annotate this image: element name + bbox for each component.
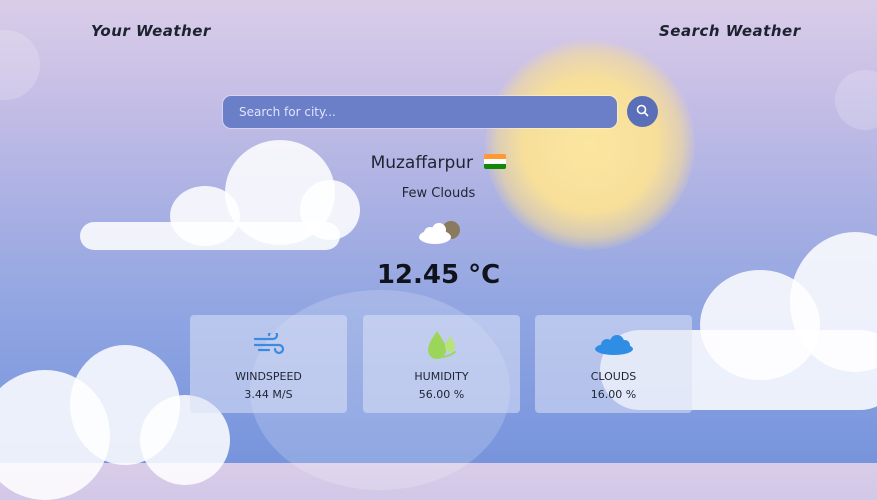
nav-your-weather[interactable]: Your Weather [91, 22, 211, 40]
sun-decoration [485, 40, 695, 250]
stat-value: 16.00 % [590, 388, 637, 401]
haze-decoration [0, 30, 40, 100]
stat-card-clouds: CLOUDS 16.00 % [535, 315, 692, 413]
stat-label: WINDSPEED [235, 370, 302, 383]
stat-label: CLOUDS [590, 370, 637, 383]
stat-card-windspeed: WINDSPEED 3.44 M/S [190, 315, 347, 413]
haze-decoration [835, 70, 877, 130]
stat-value: 56.00 % [418, 388, 465, 401]
india-flag-icon [484, 154, 507, 169]
few-clouds-icon [417, 218, 463, 250]
humidity-icon [363, 327, 520, 363]
stat-value: 3.44 M/S [244, 388, 293, 401]
city-label: Muzaffarpur [370, 153, 474, 173]
temperature: 12.45 °C [376, 260, 501, 290]
cloud-icon [535, 335, 692, 355]
search-button[interactable] [627, 96, 658, 127]
search-bar [223, 96, 658, 128]
weather-description: Few Clouds [401, 186, 476, 201]
wind-icon [190, 333, 347, 355]
search-input[interactable] [223, 96, 617, 128]
nav-search-weather[interactable]: Search Weather [659, 22, 801, 40]
stat-card-humidity: HUMIDITY 56.00 % [363, 315, 520, 413]
city-name: Muzaffarpur [0, 153, 877, 173]
search-icon [636, 102, 649, 121]
stat-label: HUMIDITY [414, 370, 469, 383]
